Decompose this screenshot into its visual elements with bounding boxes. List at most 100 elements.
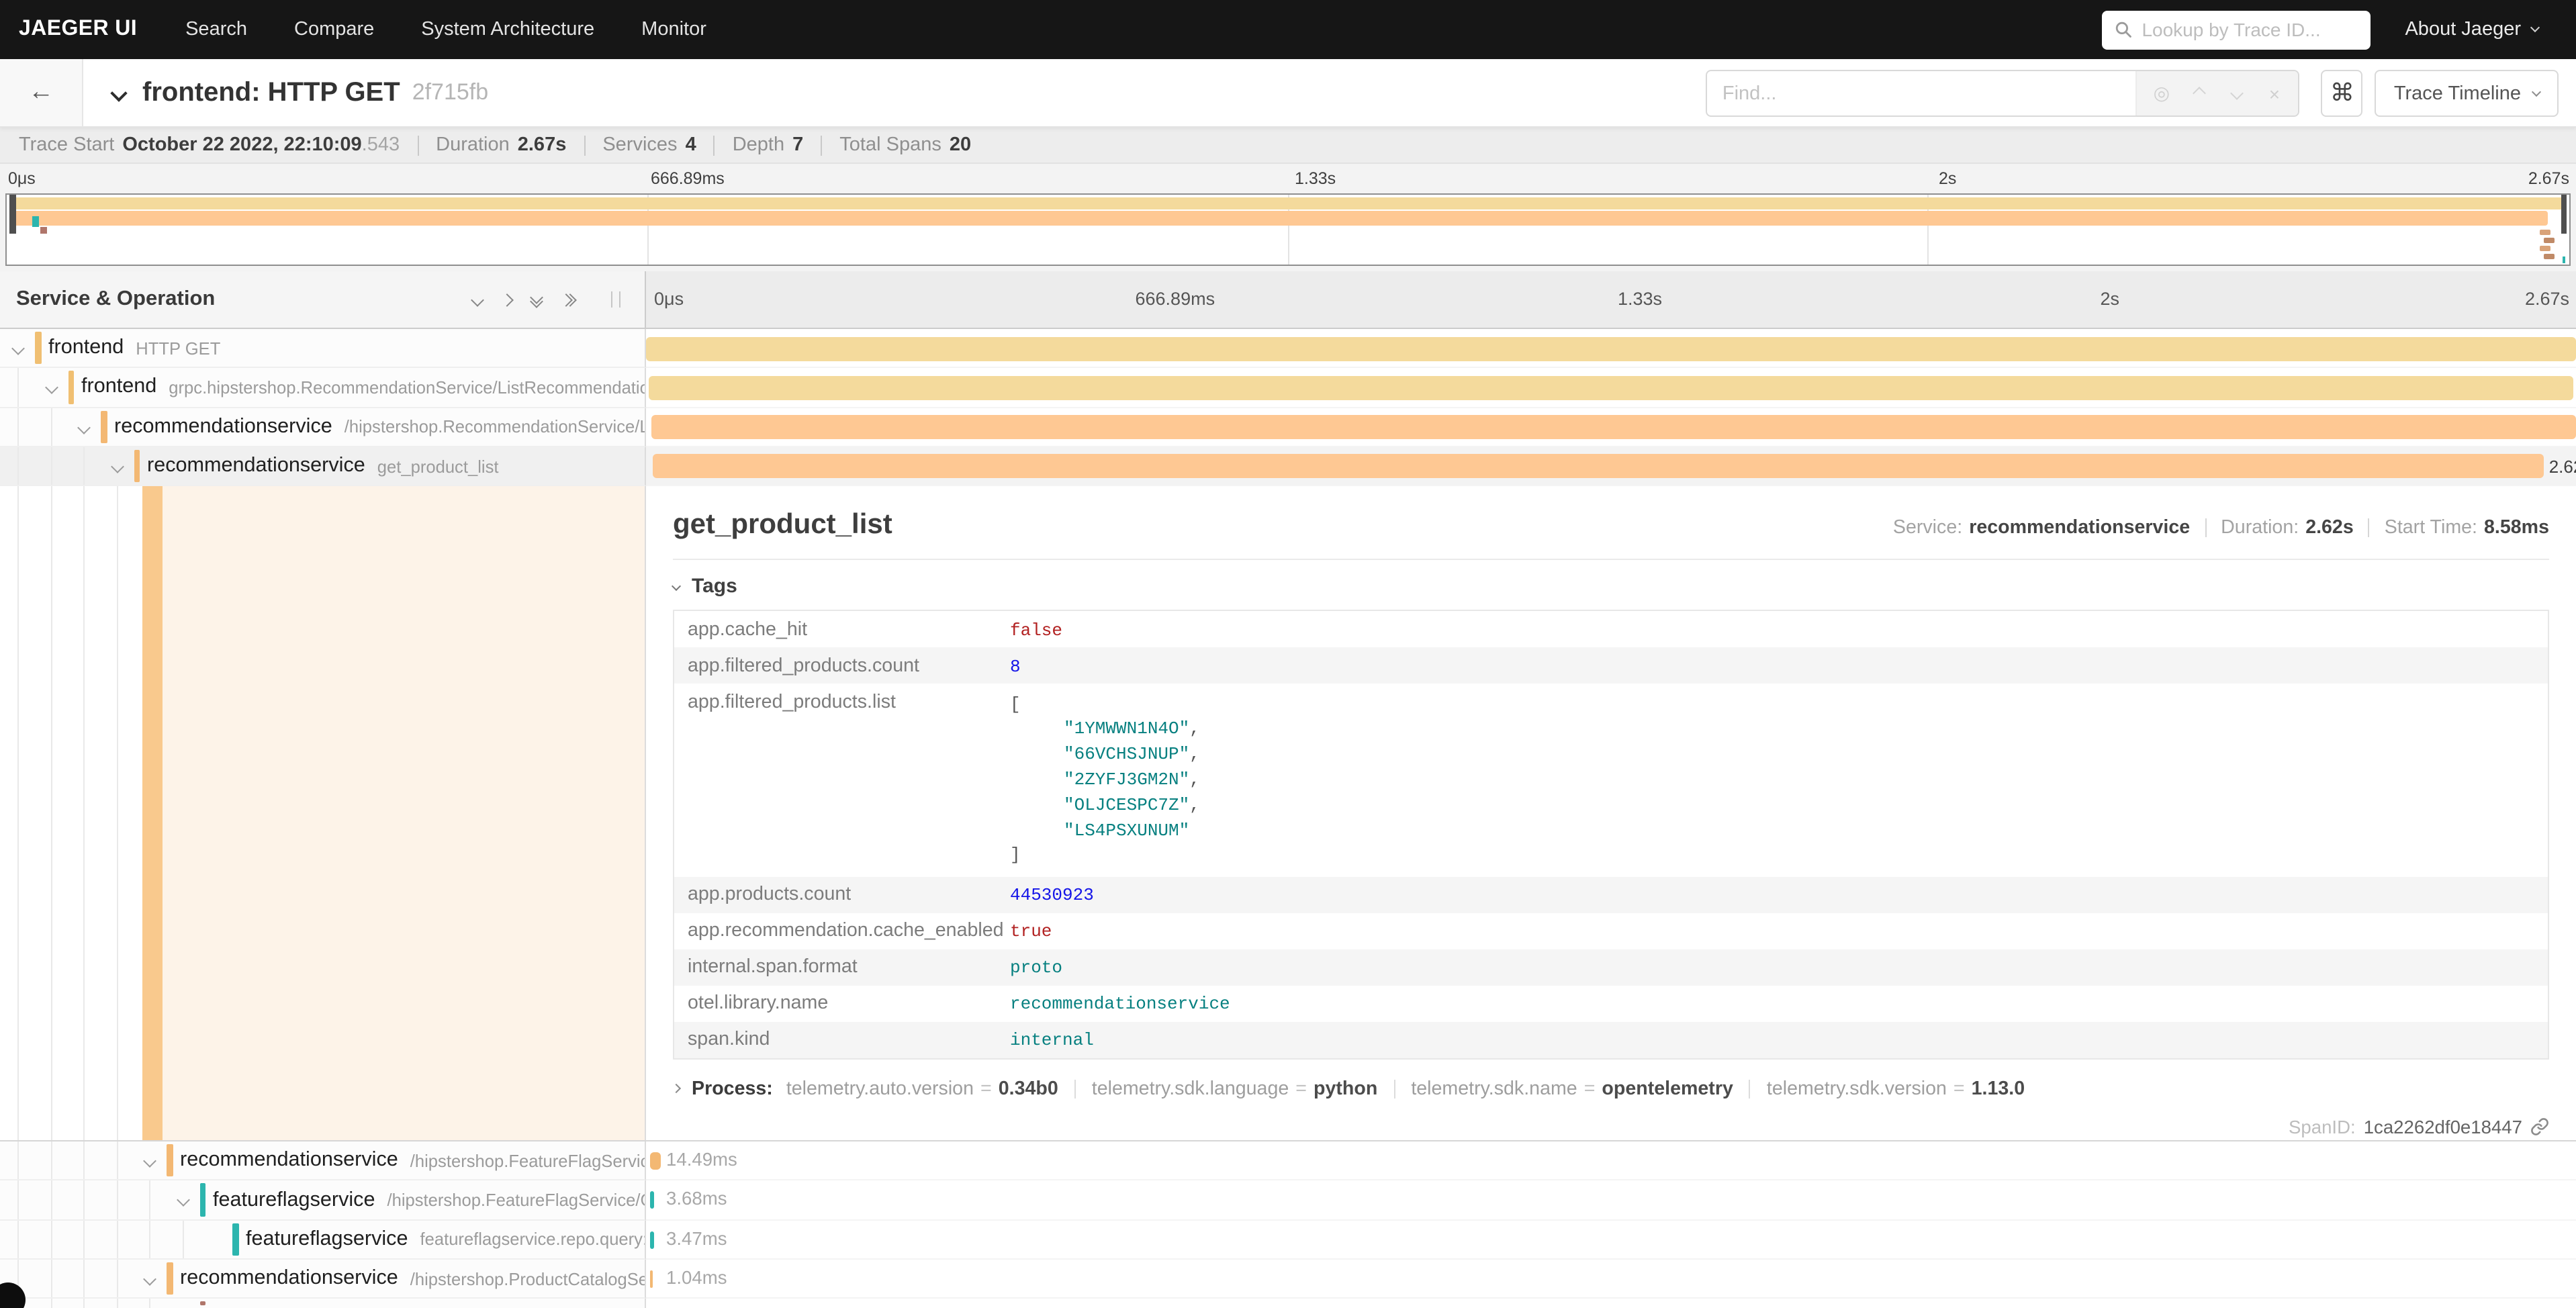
selected-span-accent-fill — [163, 486, 645, 1140]
span-id-value: 1ca2262df0e18447 — [2364, 1117, 2522, 1137]
trace-id-search[interactable]: Lookup by Trace ID... — [2101, 10, 2370, 49]
span-name-cell[interactable]: featureflagservice/hipstershop.FeatureFl… — [0, 1181, 646, 1221]
service-color-bar — [35, 332, 41, 365]
tag-value: 8 — [1010, 655, 1021, 676]
operation-name: /hipstershop.RecommendationService/Lis..… — [344, 416, 646, 436]
find-next-button[interactable] — [2218, 89, 2256, 98]
span-timeline-cell[interactable]: 1.04ms — [646, 1260, 2576, 1299]
span-row: recommendationserviceget_product_list2.6… — [0, 447, 2576, 487]
span-timeline-cell[interactable]: 3.68ms — [646, 1181, 2576, 1221]
tag-value-number: 44530923 — [1010, 886, 1094, 906]
about-jaeger-menu[interactable]: About Jaeger — [2405, 19, 2538, 40]
find-clear-button[interactable]: × — [2256, 83, 2293, 104]
collapse-trace-chevron-icon[interactable] — [110, 84, 127, 101]
operation-name: /hipstershop.FeatureFlagService/Ge... — [387, 1190, 647, 1210]
tag-key: app.cache_hit — [688, 618, 1010, 640]
indent-guide — [83, 1181, 85, 1219]
collapse-one-icon[interactable] — [471, 293, 484, 306]
list-item: "1YMWWN1N4O", — [1010, 718, 1200, 743]
indent-guide — [83, 486, 85, 1140]
service-color-bar — [101, 410, 107, 443]
minimap-scrubber-left[interactable] — [9, 195, 15, 234]
minimap-span-mark — [2544, 238, 2555, 243]
span-duration-label: 3.47ms — [666, 1229, 727, 1249]
span-timeline-cell[interactable]: 3.47ms — [646, 1221, 2576, 1260]
indent-guide — [116, 1260, 118, 1298]
span-name-cell[interactable]: frontendHTTP GET — [0, 329, 646, 369]
minimap-canvas[interactable] — [5, 193, 2571, 266]
indent-guide — [83, 1221, 85, 1259]
span-rows-top: frontendHTTP GETfrontendgrpc.hipstershop… — [0, 329, 2576, 486]
back-arrow-icon: ← — [28, 78, 54, 107]
summary-label: Trace Start — [19, 134, 114, 156]
indent-guide — [182, 1221, 183, 1259]
span-name-cell[interactable]: featureflagservicefeatureflagservice.rep… — [0, 1221, 646, 1260]
tag-key: app.products.count — [688, 884, 1010, 906]
operation-name: get_product_list — [377, 456, 499, 476]
span-name-cell[interactable]: recommendationservice/hipstershop.Recomm… — [0, 408, 646, 447]
chevron-down-icon — [2230, 87, 2244, 100]
span-timeline-cell[interactable] — [646, 329, 2576, 369]
tag-value: ["1YMWWN1N4O","66VCHSJNUP","2ZYFJ3GM2N",… — [1010, 691, 1200, 869]
summary-value: October 22 2022, 22:10:09 — [122, 134, 361, 156]
expand-all-icon[interactable] — [561, 295, 575, 304]
span-name-cell[interactable]: recommendationservice/hipstershop.Featur… — [0, 1141, 646, 1181]
span-bar[interactable] — [646, 336, 2576, 361]
span-name-cell[interactable]: recommendationservice/hipstershop.Produc… — [0, 1260, 646, 1299]
span-name-cell[interactable]: frontendgrpc.hipstershop.RecommendationS… — [0, 369, 646, 408]
locate-icon[interactable]: ◎ — [2143, 82, 2180, 105]
nav-item-search[interactable]: Search — [185, 19, 247, 40]
span-bar[interactable] — [650, 1270, 653, 1288]
start-time-label: Start Time: — [2385, 517, 2477, 539]
tag-row: internal.span.formatproto — [674, 949, 2548, 986]
span-bar[interactable] — [652, 415, 2576, 439]
indent-guide — [116, 1221, 118, 1259]
divider — [1749, 1080, 1751, 1099]
span-bar[interactable] — [650, 1152, 661, 1170]
time-tick-label: 0μs — [8, 169, 36, 188]
find-prev-button[interactable] — [2180, 89, 2218, 98]
indent-guide — [149, 1181, 150, 1219]
span-timeline-cell[interactable] — [646, 369, 2576, 408]
indent-guide — [17, 1181, 19, 1219]
span-bar[interactable] — [650, 1192, 654, 1209]
nav-item-system-architecture[interactable]: System Architecture — [421, 19, 594, 40]
span-name-cell[interactable] — [0, 1299, 646, 1308]
back-button[interactable]: ← — [0, 59, 83, 126]
minimap-scrubber-right[interactable] — [2561, 195, 2567, 234]
tags-section-toggle[interactable]: Tags — [673, 575, 2549, 598]
span-timeline-cell[interactable] — [646, 408, 2576, 447]
summary-value-fraction: .543 — [362, 134, 400, 156]
process-tag: telemetry.sdk.name=opentelemetry — [1411, 1078, 1733, 1100]
span-name-cell[interactable]: recommendationserviceget_product_list — [0, 447, 646, 487]
span-bar[interactable] — [649, 376, 2573, 400]
span-timeline-cell[interactable]: 14.49ms — [646, 1141, 2576, 1181]
tag-value: internal — [1010, 1029, 1094, 1051]
tag-key: internal.span.format — [688, 957, 1010, 978]
span-bar[interactable] — [650, 1231, 654, 1249]
expand-one-icon[interactable] — [500, 293, 514, 306]
app-brand[interactable]: JAEGER UI — [19, 17, 137, 42]
nav-item-monitor[interactable]: Monitor — [641, 19, 706, 40]
span-bar[interactable] — [652, 455, 2544, 479]
nav-item-compare[interactable]: Compare — [294, 19, 374, 40]
jaeger-trace-page: JAEGER UI Search Compare System Architectu… — [0, 0, 2576, 1308]
span-timeline-cell[interactable]: 2.62s — [646, 447, 2576, 487]
trace-view-selector[interactable]: Trace Timeline — [2375, 70, 2559, 117]
tags-section-title: Tags — [692, 575, 737, 598]
find-input[interactable]: Find... — [1708, 71, 2136, 115]
process-value: python — [1314, 1078, 1377, 1100]
link-icon[interactable] — [2530, 1118, 2549, 1137]
indent-guide — [83, 447, 85, 485]
find-tools: ◎ × — [2136, 71, 2299, 115]
process-summary-row[interactable]: Process: telemetry.auto.version=0.34b0te… — [673, 1078, 2549, 1100]
column-resizer-grip[interactable] — [611, 291, 620, 308]
tag-row: span.kindinternal — [674, 1022, 2548, 1058]
tag-value: false — [1010, 618, 1062, 640]
collapse-all-icon[interactable] — [532, 293, 541, 306]
indent-guide — [116, 1299, 118, 1308]
span-timeline-cell[interactable] — [646, 1299, 2576, 1308]
keyboard-shortcuts-button[interactable]: ⌘ — [2321, 70, 2363, 117]
indent-guide — [116, 1181, 118, 1219]
list-item: "66VCHSJNUP", — [1010, 743, 1200, 769]
